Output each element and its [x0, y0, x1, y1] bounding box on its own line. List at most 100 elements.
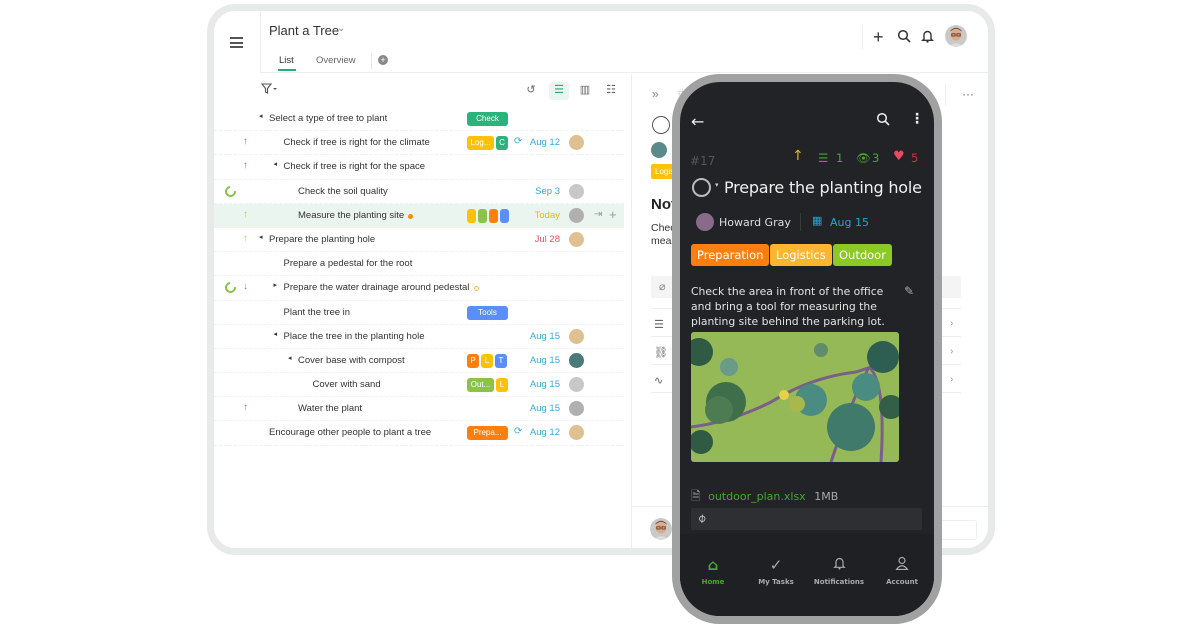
subtasks-icon[interactable]: ☰	[654, 318, 664, 331]
add-tab-icon[interactable]: +	[378, 55, 388, 65]
expand-triangle-icon[interactable]: ▸	[274, 281, 278, 289]
search-icon[interactable]	[876, 112, 890, 130]
assignee-avatar[interactable]	[569, 207, 584, 223]
activity-icon[interactable]: ∿	[654, 374, 663, 387]
calendar-icon[interactable]: ▦	[812, 214, 822, 227]
task-name[interactable]: Check the soil quality	[298, 186, 388, 197]
due-date[interactable]: Aug 12	[530, 137, 560, 148]
collapse-triangle-icon[interactable]: ◂	[274, 160, 278, 168]
edit-pencil-icon[interactable]: ✎	[904, 284, 914, 298]
task-row[interactable]: Prepare a pedestal for the root	[214, 252, 624, 277]
filter-icon[interactable]	[260, 83, 277, 97]
assignee-avatar[interactable]	[569, 328, 584, 344]
tag-chip[interactable]: T	[495, 353, 507, 368]
tag-chip[interactable]: L	[496, 378, 508, 393]
tag-preparation[interactable]: Preparation	[691, 244, 770, 266]
due-date[interactable]: Aug 12	[530, 427, 560, 438]
eye-icon[interactable]: 👁︎	[856, 151, 871, 165]
recurring-sync-icon[interactable]: ⟳	[514, 426, 522, 437]
tag-chip[interactable]	[500, 208, 509, 223]
tag-chip[interactable]: P	[467, 353, 479, 368]
priority-icon[interactable]: ↑	[243, 402, 248, 413]
add-task-icon[interactable]: +	[609, 207, 617, 222]
priority-icon[interactable]: ↑	[243, 209, 248, 220]
subtasks-icon[interactable]: ☰	[818, 151, 828, 165]
task-name[interactable]: Place the tree in the planting hole	[284, 331, 425, 342]
task-name[interactable]: Check if tree is right for the climate	[284, 137, 430, 148]
tag-chip[interactable]: Out...	[467, 378, 494, 393]
task-name[interactable]: Measure the planting site	[298, 210, 404, 221]
due-date[interactable]: Jul 28	[535, 234, 560, 245]
tag-chip[interactable]: Prepa...	[467, 426, 508, 441]
task-row[interactable]: Encourage other people to plant a tree Pr…	[214, 421, 624, 446]
assignee-name[interactable]: Howard Gray	[719, 216, 791, 229]
complete-task-checkbox[interactable]	[692, 178, 711, 197]
collapse-triangle-icon[interactable]: ▾	[715, 181, 719, 189]
tag-logistics[interactable]: Logistics	[770, 244, 832, 266]
priority-icon[interactable]: ↓	[243, 281, 248, 292]
assignee-avatar[interactable]	[569, 377, 584, 393]
plus-icon[interactable]: +	[873, 28, 884, 46]
complete-task-checkbox[interactable]	[652, 116, 670, 134]
tag-chip[interactable]: L	[481, 353, 493, 368]
add-subtask-icon[interactable]: ⇥	[594, 209, 602, 220]
chevron-down-icon[interactable]: ⌄	[337, 23, 345, 34]
collapse-triangle-icon[interactable]: ◂	[259, 112, 263, 120]
assignee-avatar[interactable]	[569, 401, 584, 417]
nav-home[interactable]: ⌂ Home	[680, 556, 746, 586]
tab-list[interactable]: List	[279, 55, 294, 66]
due-date[interactable]: Aug 15	[530, 355, 560, 366]
file-attachment-row[interactable]: 🗎︎ outdoor_plan.xlsx 1MB	[691, 487, 838, 508]
attachment-image-aerial-park[interactable]	[691, 332, 899, 462]
refresh-icon[interactable]: ↺	[521, 82, 541, 100]
task-name[interactable]: Prepare the water drainage around pedest…	[284, 282, 470, 293]
search-icon[interactable]	[897, 29, 911, 47]
assignee-avatar[interactable]	[569, 425, 584, 441]
task-row[interactable]: Plant the tree in Tools	[214, 301, 624, 325]
tag-chip[interactable]	[489, 208, 498, 223]
task-name[interactable]: Prepare a pedestal for the root	[284, 258, 413, 269]
priority-icon[interactable]: ↑	[243, 233, 248, 244]
task-name[interactable]: Select a type of tree to plant	[269, 113, 387, 124]
tag-chip[interactable]: Log...	[467, 136, 494, 151]
task-row[interactable]: ↓ ▸ Prepare the water drainage around pede…	[214, 276, 624, 301]
assignee-avatar[interactable]	[569, 352, 584, 368]
bell-icon[interactable]	[921, 29, 934, 47]
more-options-icon[interactable]: ⋮	[910, 111, 924, 127]
assignee-avatar[interactable]	[569, 231, 584, 247]
due-date[interactable]: Aug 15	[530, 379, 560, 390]
in-progress-status-icon[interactable]	[222, 183, 239, 199]
task-name[interactable]: Prepare the planting hole	[269, 234, 375, 245]
task-row[interactable]: Cover with sand Out... L Aug 15	[214, 373, 624, 398]
in-progress-status-icon[interactable]	[222, 280, 239, 296]
priority-up-icon[interactable]: ↑	[792, 148, 804, 164]
attach-file-bar[interactable]: ⌀	[691, 508, 922, 530]
chevron-right-icon[interactable]: ›	[950, 374, 953, 385]
task-row[interactable]: ↑ Measure the planting site Today ⇥ +	[214, 203, 624, 228]
priority-icon[interactable]: ↑	[243, 136, 248, 147]
gantt-view-icon[interactable]: ☷	[601, 82, 621, 100]
task-name[interactable]: Encourage other people to plant a tree	[269, 427, 431, 438]
due-date[interactable]: Aug 15	[530, 403, 560, 414]
task-row[interactable]: ↑ Water the plant Aug 15	[214, 397, 624, 422]
task-row[interactable]: ◂ Cover base with compost P L T Aug 15	[214, 349, 624, 374]
priority-icon[interactable]: ↑	[243, 160, 248, 171]
task-name[interactable]: Plant the tree in	[284, 307, 351, 318]
project-title[interactable]: Plant a Tree	[269, 23, 339, 38]
task-row[interactable]: ↑ ◂ Prepare the planting hole Jul 28	[214, 228, 624, 253]
tag-chip[interactable]	[478, 208, 487, 223]
heart-icon[interactable]: ♥	[893, 149, 905, 164]
collapse-panel-icon[interactable]: »	[652, 87, 659, 101]
assignee-avatar[interactable]	[569, 135, 584, 151]
tag-chip[interactable]: C	[496, 136, 508, 151]
collapse-triangle-icon[interactable]: ◂	[288, 354, 292, 362]
tag-chip[interactable]: Check	[467, 112, 508, 126]
task-title[interactable]: Prepare the planting hole	[724, 178, 922, 197]
collapse-triangle-icon[interactable]: ◂	[274, 330, 278, 338]
task-description[interactable]: Check the area in front of the office an…	[691, 284, 899, 329]
link-icon[interactable]: ⛓	[654, 346, 668, 359]
collapse-triangle-icon[interactable]: ◂	[259, 233, 263, 241]
tag-chip[interactable]	[467, 208, 476, 223]
assignee-avatar[interactable]	[569, 183, 584, 199]
task-name[interactable]: Check if tree is right for the space	[284, 161, 426, 172]
